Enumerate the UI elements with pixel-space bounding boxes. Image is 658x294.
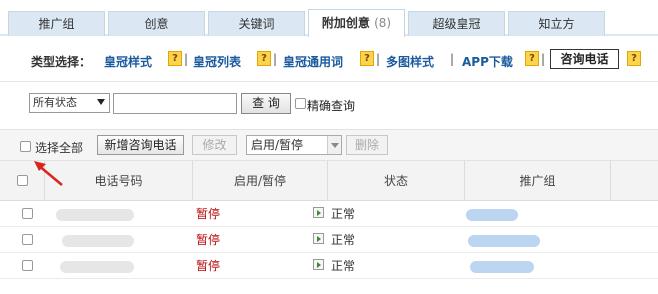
type-option-crown-generic[interactable]: 皇冠通用词 bbox=[283, 53, 343, 70]
tab-zhilifang[interactable]: 知立方 bbox=[508, 11, 605, 36]
table-header: 电话号码 启用/暂停 状态 推广组 bbox=[0, 161, 658, 201]
delete-button[interactable]: 删除 bbox=[346, 135, 388, 155]
type-selection-bar: 类型选择： 皇冠样式 ? | 皇冠列表 ? | 皇冠通用词 ? | 多图样式 |… bbox=[0, 38, 658, 82]
edit-button[interactable]: 修改 bbox=[192, 135, 237, 155]
help-icon[interactable]: ? bbox=[168, 51, 182, 66]
row-toggle-value: 暂停 bbox=[196, 207, 221, 221]
separator: | bbox=[541, 52, 546, 66]
separator: | bbox=[376, 52, 381, 66]
redacted-phone bbox=[62, 235, 134, 247]
redacted-phone bbox=[60, 261, 134, 273]
precise-query-checkbox[interactable] bbox=[295, 98, 306, 109]
tab-extension-count: (8) bbox=[374, 16, 392, 30]
tab-adgroup[interactable]: 推广组 bbox=[8, 11, 105, 36]
row-toggle-value: 暂停 bbox=[196, 259, 221, 273]
row-status-value: 正常 bbox=[331, 233, 356, 247]
select-all-label: 选择全部 bbox=[35, 141, 84, 155]
help-icon[interactable]: ? bbox=[627, 51, 641, 66]
redacted-adgroup-link[interactable] bbox=[470, 261, 534, 273]
tab-extension[interactable]: 附加创意 (8) bbox=[308, 9, 405, 37]
row-toggle-value: 暂停 bbox=[196, 233, 221, 247]
type-option-crown-style[interactable]: 皇冠样式 bbox=[104, 53, 152, 70]
row-checkbox-cell bbox=[22, 208, 33, 219]
header-checkbox[interactable] bbox=[16, 175, 28, 186]
type-option-multi-image[interactable]: 多图样式 bbox=[386, 53, 434, 70]
redacted-phone bbox=[56, 209, 134, 221]
row-status-value: 正常 bbox=[331, 207, 356, 221]
chevron-down-icon bbox=[97, 99, 105, 105]
table-row: 暂停 正常 bbox=[0, 253, 658, 279]
toggle-status-select-value: 启用/暂停 bbox=[251, 138, 304, 152]
row-checkbox[interactable] bbox=[22, 208, 33, 219]
help-icon[interactable]: ? bbox=[525, 51, 539, 66]
play-icon[interactable] bbox=[313, 233, 324, 244]
help-icon[interactable]: ? bbox=[257, 51, 271, 66]
select-all-checkbox[interactable] bbox=[20, 141, 31, 152]
separator: | bbox=[450, 52, 455, 66]
status-select-value: 所有状态 bbox=[33, 96, 77, 109]
tab-super-crown[interactable]: 超级皇冠 bbox=[408, 11, 505, 36]
search-input[interactable] bbox=[113, 93, 237, 114]
precise-query-label: 精确查询 bbox=[307, 99, 356, 113]
separator: | bbox=[184, 52, 189, 66]
row-status-value: 正常 bbox=[331, 259, 356, 273]
column-header-toggle[interactable]: 启用/暂停 bbox=[192, 161, 327, 201]
column-header-status[interactable]: 状态 bbox=[327, 161, 464, 201]
column-header-extra bbox=[610, 161, 658, 201]
row-checkbox[interactable] bbox=[22, 260, 33, 271]
type-option-app-download[interactable]: APP下载 bbox=[462, 53, 513, 70]
query-button[interactable]: 查 询 bbox=[241, 93, 291, 114]
type-option-crown-list[interactable]: 皇冠列表 bbox=[193, 53, 241, 70]
separator: | bbox=[273, 52, 278, 66]
chevron-down-icon bbox=[327, 136, 341, 154]
type-option-phone-button[interactable]: 咨询电话 bbox=[550, 49, 619, 69]
table-row: 暂停 正常 bbox=[0, 201, 658, 227]
toggle-status-select[interactable]: 启用/暂停 bbox=[246, 135, 342, 155]
redacted-adgroup-link[interactable] bbox=[466, 209, 518, 221]
status-select[interactable]: 所有状态 bbox=[29, 93, 110, 113]
annotation-arrow-icon bbox=[34, 161, 63, 186]
type-selection-label: 类型选择： bbox=[31, 55, 92, 69]
table-row: 暂停 正常 bbox=[0, 227, 658, 253]
help-icon[interactable]: ? bbox=[360, 51, 374, 66]
add-phone-button[interactable]: 新增咨询电话 bbox=[97, 135, 184, 155]
column-header-adgroup[interactable]: 推广组 bbox=[464, 161, 610, 201]
tab-keyword[interactable]: 关键词 bbox=[208, 11, 305, 36]
play-icon[interactable] bbox=[313, 259, 324, 270]
action-toolbar: 选择全部 新增咨询电话 修改 启用/暂停 删除 bbox=[0, 129, 658, 161]
row-checkbox-cell bbox=[22, 234, 33, 245]
tab-creative[interactable]: 创意 bbox=[108, 11, 205, 36]
tab-bar: 推广组 创意 关键词 附加创意 (8) 超级皇冠 知立方 bbox=[0, 0, 658, 37]
row-checkbox-cell bbox=[22, 260, 33, 271]
row-checkbox[interactable] bbox=[22, 234, 33, 245]
redacted-adgroup-link[interactable] bbox=[468, 235, 540, 247]
tab-extension-label: 附加创意 bbox=[321, 16, 370, 30]
play-icon[interactable] bbox=[313, 207, 324, 218]
